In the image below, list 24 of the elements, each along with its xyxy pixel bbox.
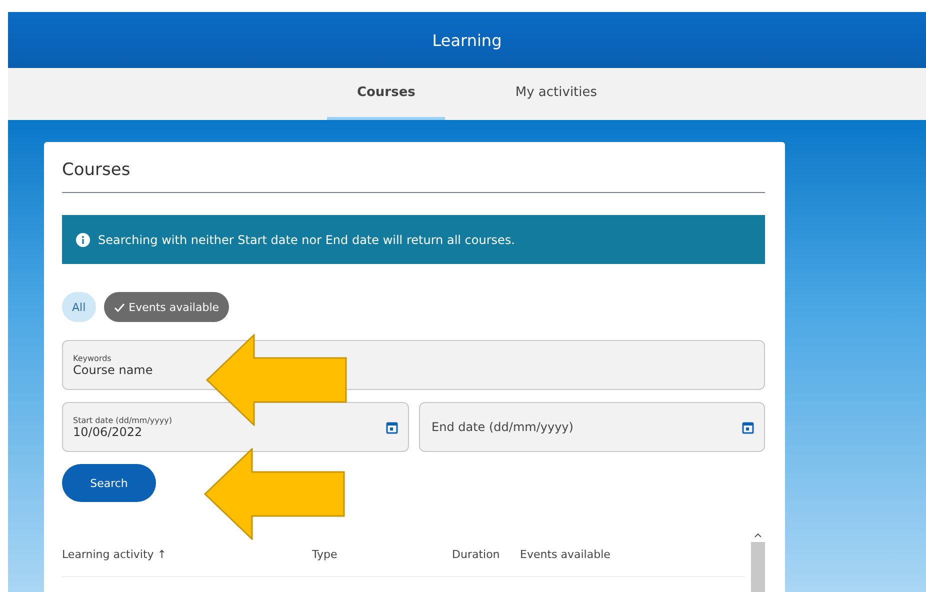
start-date-field[interactable]: Start date (dd/mm/yyyy) 10/06/2022 xyxy=(62,402,408,452)
filter-chip[interactable]: All xyxy=(62,292,96,322)
end-date-field[interactable]: End date (dd/mm/yyyy) xyxy=(418,402,765,452)
column-header[interactable]: Learning activity ↑ xyxy=(62,548,312,560)
column-header[interactable]: Duration xyxy=(452,548,520,560)
search-button[interactable]: Search xyxy=(62,464,156,502)
card-title: Courses xyxy=(62,160,765,193)
header-title: Learning xyxy=(432,30,502,50)
info-icon xyxy=(76,232,90,246)
tab[interactable]: My activities xyxy=(485,68,628,120)
calendar-icon[interactable] xyxy=(742,420,754,434)
scrollbar-thumb[interactable] xyxy=(751,542,765,592)
column-header[interactable]: Type xyxy=(312,548,452,560)
field-label: Keywords xyxy=(73,354,112,362)
scroll-up-icon[interactable] xyxy=(754,532,762,538)
column-header[interactable]: Events available xyxy=(520,548,745,560)
filter-chip[interactable]: Events available xyxy=(104,292,230,322)
check-icon xyxy=(114,302,125,312)
calendar-icon[interactable] xyxy=(386,420,398,434)
date-input[interactable]: End date (dd/mm/yyyy) xyxy=(430,419,734,435)
field-value: Course name xyxy=(73,362,154,376)
field-value: 10/06/2022 xyxy=(73,424,142,438)
field-label: Start date (dd/mm/yyyy) xyxy=(73,416,173,424)
info-text: Searching with neither Start date nor End date will return all courses. xyxy=(98,232,515,246)
